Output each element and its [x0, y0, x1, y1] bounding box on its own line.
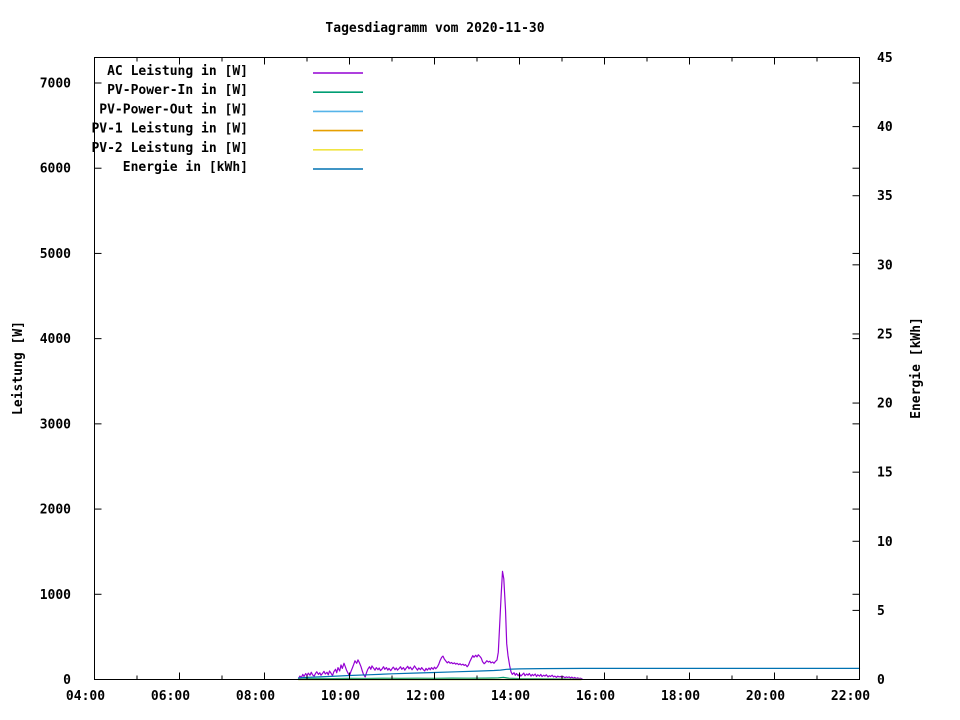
tagesdiagramm-chart: Tagesdiagramm vom 2020-11-30 Leistung [W… [11, 21, 924, 704]
y-left-tick-label: 6000 [40, 162, 71, 177]
legend-label: Energie in [kWh] [123, 160, 248, 175]
y-right-tick-label: 30 [877, 258, 893, 273]
series-curves [297, 570, 861, 681]
y-left-tick-label: 1000 [40, 588, 71, 603]
y-right-tick-label: 10 [877, 535, 893, 550]
y-right-tick-label: 0 [877, 673, 885, 688]
legend-label: PV-Power-In in [W] [107, 83, 248, 98]
legend-label: AC Leistung in [W] [107, 64, 248, 79]
y-right-tick-label: 20 [877, 397, 893, 412]
y-axis-right-label: Energie [kWh] [909, 317, 924, 419]
y-left-tick-label: 7000 [40, 77, 71, 92]
y-axis-left-label: Leistung [W] [11, 321, 26, 415]
y-right-tick-label: 40 [877, 120, 893, 135]
series-line-1 [297, 570, 583, 680]
chart-title: Tagesdiagramm vom 2020-11-30 [325, 21, 544, 36]
legend: AC Leistung in [W] PV-Power-In in [W] PV-P… [91, 64, 363, 175]
x-tick-label: 12:00 [406, 689, 445, 704]
chart-page: Tagesdiagramm vom 2020-11-30 Leistung [W… [0, 0, 960, 720]
y-left-tick-label: 0 [63, 673, 71, 688]
y-left-tick-label: 5000 [40, 247, 71, 262]
legend-label: PV-2 Leistung in [W] [91, 141, 248, 156]
y-right-tick-label: 35 [877, 189, 893, 204]
x-tick-label: 06:00 [151, 689, 190, 704]
y-right-tick-label: 15 [877, 466, 893, 481]
y-right-tick-label: 45 [877, 51, 893, 66]
x-tick-label: 22:00 [831, 689, 870, 704]
x-tick-label: 10:00 [321, 689, 360, 704]
x-tick-label: 16:00 [576, 689, 615, 704]
y-right-tick-label: 25 [877, 327, 893, 342]
x-tick-label: 04:00 [66, 689, 105, 704]
x-tick-label: 14:00 [491, 689, 530, 704]
y-right-tick-label: 5 [877, 604, 885, 619]
y-left-tick-label: 2000 [40, 503, 71, 518]
y-left-tick-label: 3000 [40, 417, 71, 432]
x-tick-label: 08:00 [236, 689, 275, 704]
x-tick-label: 18:00 [661, 689, 700, 704]
legend-label: PV-1 Leistung in [W] [91, 122, 248, 137]
series-line-6 [297, 667, 861, 679]
x-tick-label: 20:00 [746, 689, 785, 704]
y-left-tick-label: 4000 [40, 332, 71, 347]
legend-label: PV-Power-Out in [W] [99, 102, 248, 117]
